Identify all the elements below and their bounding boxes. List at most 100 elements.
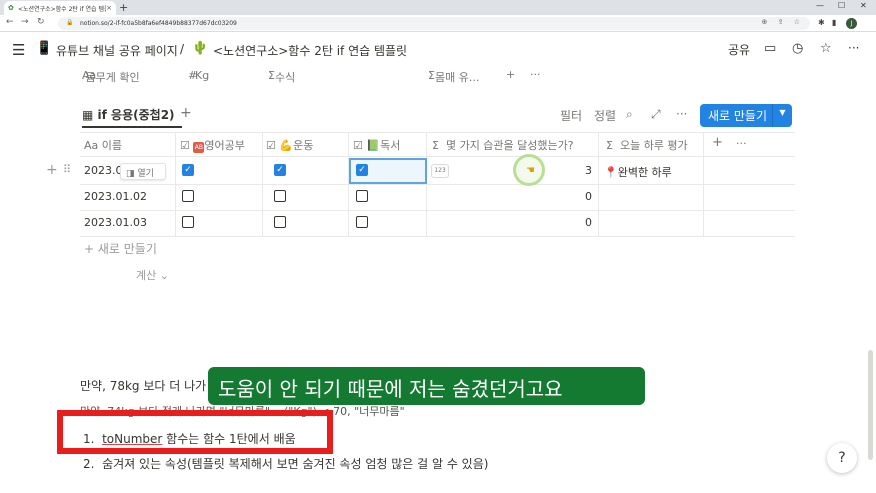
calculate-button[interactable]: 계산 ⌄ — [136, 267, 169, 283]
habit-count-cell[interactable]: 3 — [585, 164, 592, 177]
add-row-icon[interactable]: + — [46, 162, 58, 178]
english-emoji-icon: AB — [193, 142, 205, 153]
profile-avatar[interactable]: J — [846, 18, 857, 29]
row-name-cell[interactable]: 2023.01.02 — [84, 190, 147, 203]
exercise-checkbox[interactable] — [274, 190, 286, 202]
scrollbar[interactable] — [868, 350, 873, 460]
extensions-icon[interactable]: ✱ — [818, 18, 825, 27]
table-top-border — [80, 132, 795, 133]
new-tab-button[interactable]: + — [119, 1, 128, 14]
lock-icon: 🔒 — [66, 19, 74, 26]
property-header-row: Aa 몸무게 확인 # Kg Σ 수식 Σ 몸매 유... + ··· — [82, 67, 842, 84]
english-checkbox[interactable]: ✓ — [182, 164, 194, 176]
view-more-icon[interactable]: ··· — [676, 107, 687, 121]
col-divider — [348, 132, 349, 236]
sidebar-icon[interactable]: ▮ — [832, 18, 836, 27]
pin-icon: 📍 — [604, 166, 618, 179]
chevron-down-icon[interactable]: ▼ — [772, 104, 792, 127]
view-tab-active[interactable]: ▦ if 응용(중첩2) — [82, 106, 182, 128]
add-property-icon[interactable]: + — [506, 68, 515, 81]
reload-icon[interactable]: ↻ — [37, 17, 45, 27]
property-body-keep[interactable]: Σ 몸매 유... — [428, 68, 479, 84]
favorite-star-icon[interactable]: ☆ — [820, 41, 832, 56]
english-checkbox[interactable] — [182, 216, 194, 228]
column-header-exercise[interactable]: ☑ 💪운동 — [266, 137, 313, 153]
row-border — [80, 184, 795, 185]
filter-button[interactable]: 필터 — [560, 107, 582, 124]
breadcrumb-item[interactable]: 유튜브 채널 공유 페이지 — [56, 42, 178, 59]
share-button[interactable]: 공유 — [728, 41, 750, 58]
forward-icon[interactable]: → — [21, 17, 29, 27]
more-options-icon[interactable]: ··· — [848, 41, 859, 55]
minimize-button[interactable]: — — [816, 1, 824, 10]
phone-icon: 📱 — [36, 41, 53, 56]
column-header-reading[interactable]: ☑ 📗독서 — [353, 137, 400, 153]
history-icon[interactable]: ◷ — [792, 41, 803, 56]
expand-icon[interactable]: ⤢ — [651, 107, 661, 122]
property-formula[interactable]: Σ 수식 — [268, 68, 295, 84]
column-header-habit-count[interactable]: Σ 몇 가지 습관을 달성했는가? — [432, 137, 574, 153]
drag-handle-icon[interactable]: ⠿ — [63, 163, 71, 176]
breadcrumb-item[interactable]: <노션연구소>함수 2탄 if 연습 템플릿 — [213, 42, 407, 59]
header-bottom-border — [80, 156, 795, 157]
maximize-button[interactable]: ☐ — [838, 1, 845, 10]
property-weight-check[interactable]: Aa 몸무게 확인 — [82, 68, 140, 84]
url-field[interactable]: 🔒 notion.so/2-if-fc0a5b8fa6ef4849b88377d… — [58, 17, 810, 30]
view-tab-underline — [82, 126, 182, 128]
add-column-icon[interactable]: + — [712, 135, 723, 150]
search-icon[interactable]: ⌕ — [626, 107, 633, 122]
address-bar: ← → ↻ 🔒 notion.so/2-if-fc0a5b8fa6ef4849b… — [0, 15, 876, 32]
reading-checkbox[interactable]: ✓ — [356, 164, 368, 176]
back-icon[interactable]: ← — [6, 17, 14, 27]
notion-topbar: ☰ 📱 유튜브 채널 공유 페이지 / 🌵 <노션연구소>함수 2탄 if 연습… — [0, 33, 876, 67]
url-text: notion.so/2-if-fc0a5b8fa6ef4849b88377d67… — [80, 20, 237, 27]
row-name-cell[interactable]: 2023.01.03 — [84, 216, 147, 229]
new-item-button[interactable]: 새로 만들기 ▼ — [700, 104, 792, 127]
omnibox-actions-icon[interactable]: ⊕ ⇪ ☆ — [762, 18, 804, 26]
exercise-checkbox[interactable] — [274, 216, 286, 228]
comment-icon[interactable]: ▭ — [764, 41, 776, 56]
hand-cursor-icon: ☚ — [526, 165, 535, 176]
reading-checkbox[interactable] — [356, 190, 368, 202]
help-button[interactable]: ? — [827, 443, 857, 473]
column-more-icon[interactable]: ··· — [736, 137, 747, 150]
column-header-name[interactable]: Aa 이름 — [84, 137, 122, 153]
view-toolbar: ▦ if 응용(중첩2) + 필터 정렬 ⌕ ⤢ ··· 새로 만들기 ▼ — [80, 104, 795, 128]
property-more-icon[interactable]: ··· — [530, 68, 541, 81]
cactus-favicon-icon: ✿ — [8, 3, 14, 12]
column-header-day-rating[interactable]: Σ 오늘 하루 평가 — [606, 137, 688, 153]
col-divider — [703, 132, 704, 236]
formula-type-badge: 123 — [431, 164, 449, 178]
col-divider — [426, 132, 427, 236]
col-divider — [175, 132, 176, 236]
day-rating-cell[interactable]: 📍완벽한 하루 — [604, 164, 672, 180]
col-divider — [598, 132, 599, 236]
tab-title: <노션연구소>함수 2탄 if 연습 템플릿 — [18, 5, 107, 13]
exercise-checkbox[interactable]: ✓ — [274, 164, 286, 176]
open-panel-icon: ◨ — [126, 169, 135, 179]
english-checkbox[interactable] — [182, 190, 194, 202]
close-window-button[interactable]: ✕ — [860, 1, 867, 10]
breadcrumb-separator: / — [180, 42, 185, 56]
paragraph-text: 만약, 78kg 보다 더 나가 — [80, 379, 207, 393]
video-subtitle: 도움이 안 되기 때문에 저는 숨겼던거고요 — [208, 367, 645, 405]
menu-icon[interactable]: ☰ — [12, 41, 25, 59]
new-item-label: 새로 만들기 — [708, 109, 768, 123]
sort-button[interactable]: 정렬 — [594, 107, 616, 124]
tab-strip: ✿ <노션연구소>함수 2탄 if 연습 템플릿 × + — ☐ ✕ — [0, 0, 876, 15]
habit-count-cell[interactable]: 0 — [585, 190, 592, 203]
reading-checkbox[interactable] — [356, 216, 368, 228]
property-kg[interactable]: # Kg — [188, 68, 209, 82]
new-row-button[interactable]: + 새로 만들기 — [84, 240, 157, 257]
add-view-icon[interactable]: + — [180, 105, 192, 121]
browser-window: ✿ <노션연구소>함수 2탄 if 연습 템플릿 × + — ☐ ✕ ← → ↻… — [0, 0, 876, 493]
habit-count-cell[interactable]: 0 — [585, 216, 592, 229]
list-item: 2. 숨겨져 있는 속성(템플릿 복제해서 보면 숨겨진 속성 엄청 많은 걸 … — [83, 457, 489, 471]
column-header-english[interactable]: ☑ AB영어공부 — [180, 137, 245, 153]
row-border — [80, 210, 795, 211]
open-row-button[interactable]: ◨ 열기 — [120, 163, 166, 180]
browser-tab[interactable]: ✿ <노션연구소>함수 2탄 if 연습 템플릿 × — [4, 1, 116, 15]
close-tab-icon[interactable]: × — [106, 4, 112, 12]
book-icon: 📗 — [366, 139, 381, 152]
col-divider — [262, 132, 263, 236]
